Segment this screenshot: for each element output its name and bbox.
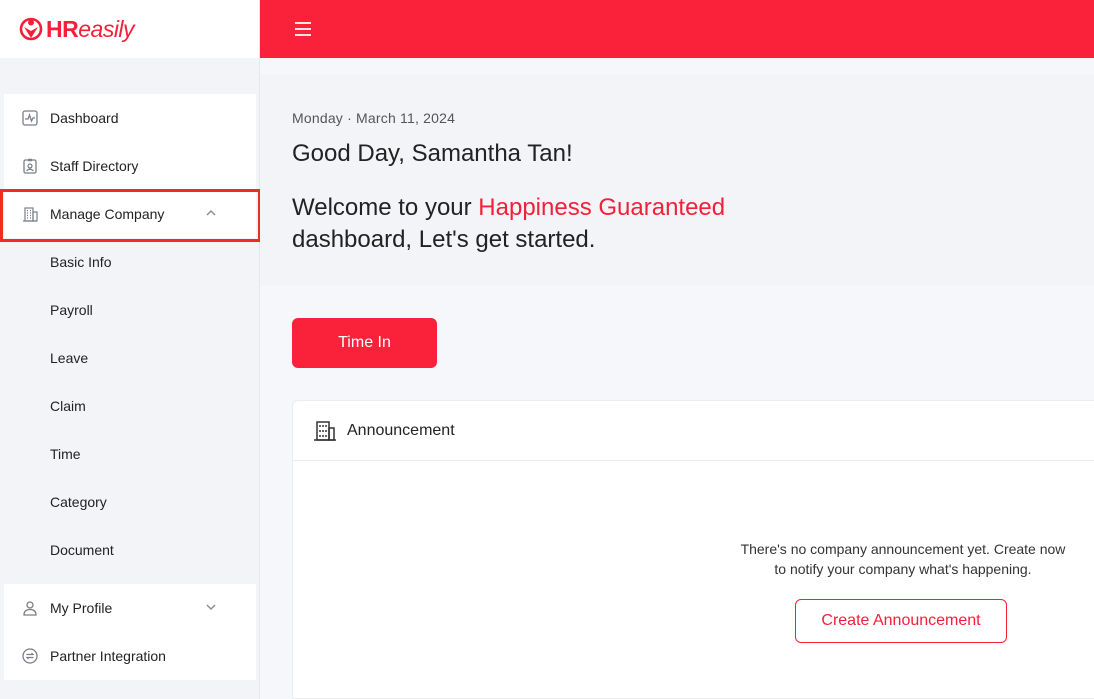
sidebar-subitem-payroll[interactable]: Payroll	[4, 286, 256, 334]
top-bar	[260, 0, 1094, 58]
welcome-banner: Monday · March 11, 2024 Good Day, Samant…	[260, 74, 1094, 286]
sidebar-item-label: Dashboard	[50, 110, 119, 126]
time-in-button[interactable]: Time In	[292, 318, 437, 368]
create-announcement-button[interactable]: Create Announcement	[795, 599, 1007, 643]
sidebar-nav: Dashboard Staff Directory Manage Company…	[4, 94, 256, 574]
sidebar-subitem-label: Basic Info	[50, 254, 112, 270]
sidebar-subitem-category[interactable]: Category	[4, 478, 256, 526]
welcome-message: Welcome to your Happiness Guaranteed das…	[292, 192, 725, 256]
sidebar-subitem-label: Document	[50, 542, 114, 558]
logo[interactable]: HReasily	[0, 0, 259, 58]
sidebar-item-partner-integration[interactable]: Partner Integration	[4, 632, 256, 680]
id-badge-icon	[22, 158, 38, 174]
current-date: Monday · March 11, 2024	[292, 110, 456, 126]
sidebar-subitem-basic-info[interactable]: Basic Info	[4, 238, 256, 286]
welcome-accent: Happiness Guaranteed	[478, 194, 726, 221]
sidebar-subitem-label: Category	[50, 494, 107, 510]
announcement-title: Announcement	[347, 421, 455, 439]
sidebar-item-staff-directory[interactable]: Staff Directory	[4, 142, 256, 190]
sidebar-subitem-time[interactable]: Time	[4, 430, 256, 478]
announcement-empty-message: There's no company announcement yet. Cre…	[693, 539, 1094, 579]
swap-icon	[22, 648, 38, 664]
sidebar-subitem-leave[interactable]: Leave	[4, 334, 256, 382]
chevron-down-icon[interactable]	[204, 600, 218, 614]
sidebar-subitem-label: Claim	[50, 398, 86, 414]
announcement-card: Announcement There's no company announce…	[292, 400, 1094, 699]
activity-icon	[22, 110, 38, 126]
building-icon	[313, 419, 337, 443]
sidebar-item-manage-company[interactable]: Manage Company	[4, 190, 256, 238]
chevron-up-icon[interactable]	[204, 206, 218, 220]
sidebar-subitem-label: Leave	[50, 350, 89, 366]
logo-text: HReasily	[46, 15, 135, 42]
empty-line: to notify your company what's happening.	[774, 561, 1032, 577]
greeting: Good Day, Samantha Tan!	[292, 140, 573, 167]
sidebar-subitem-label: Payroll	[50, 302, 93, 318]
hamburger-icon[interactable]	[292, 18, 314, 40]
sidebar-item-label: My Profile	[50, 600, 113, 616]
logo-icon	[19, 17, 43, 41]
sidebar: HReasily Dashboard Staff Directory Manag…	[0, 0, 260, 699]
welcome-prefix: Welcome to your	[292, 194, 479, 221]
building-icon	[22, 206, 38, 222]
sidebar-item-dashboard[interactable]: Dashboard	[4, 94, 256, 142]
user-icon	[22, 600, 38, 616]
sidebar-item-label: Partner Integration	[50, 648, 166, 664]
sidebar-subitem-claim[interactable]: Claim	[4, 382, 256, 430]
sidebar-nav-bottom: My Profile Partner Integration	[4, 584, 256, 680]
empty-line: There's no company announcement yet. Cre…	[740, 541, 1066, 557]
sidebar-item-my-profile[interactable]: My Profile	[4, 584, 256, 632]
sidebar-subitem-document[interactable]: Document	[4, 526, 256, 574]
sidebar-item-label: Manage Company	[50, 206, 165, 222]
welcome-suffix: dashboard, Let's get started.	[292, 226, 596, 253]
sidebar-subitem-label: Time	[50, 446, 81, 462]
announcement-header: Announcement	[293, 401, 1094, 461]
sidebar-item-label: Staff Directory	[50, 158, 139, 174]
